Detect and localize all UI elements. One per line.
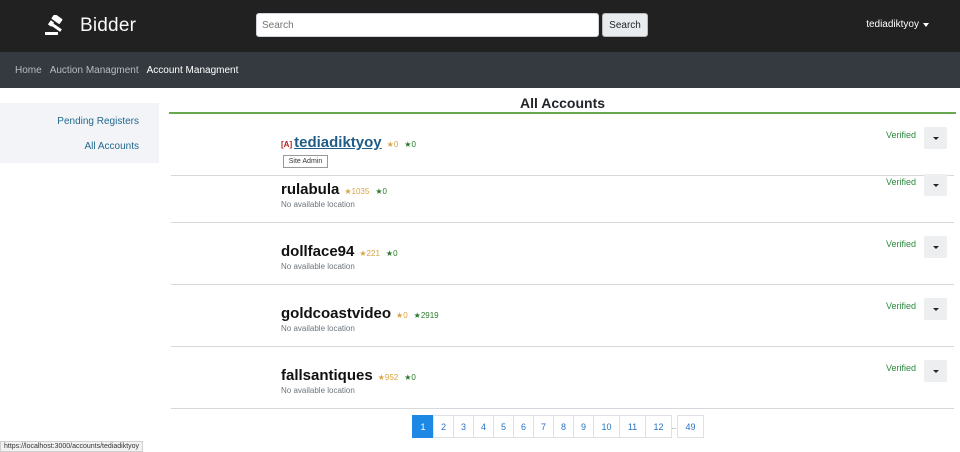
- gavel-icon: [44, 15, 68, 37]
- brand-name: Bidder: [80, 15, 137, 36]
- bidder-rating: ★2919: [413, 311, 439, 320]
- verified-status: Verified: [886, 363, 917, 373]
- account-location: No available location: [281, 200, 355, 209]
- account-header: goldcoastvideo ★0 ★2919: [281, 305, 439, 322]
- account-location: No available location: [281, 262, 355, 271]
- status-bar-url: https://localhost:3000/accounts/tediadik…: [0, 441, 144, 452]
- account-username-link[interactable]: goldcoastvideo: [281, 305, 391, 322]
- user-menu-username: tediadiktyoy: [866, 19, 919, 30]
- verified-status: Verified: [886, 130, 917, 140]
- nav-account-managment[interactable]: Account Managment: [147, 65, 239, 76]
- sub-navbar: Home Auction Managment Account Managment: [0, 52, 960, 88]
- pagination: 1 2 3 4 5 6 7 8 9 10 11 12 ... 49: [412, 415, 704, 438]
- account-actions-dropdown[interactable]: [924, 360, 947, 382]
- page-link-8[interactable]: 8: [553, 415, 574, 438]
- caret-down-icon: [933, 370, 939, 373]
- page-link-9[interactable]: 9: [573, 415, 594, 438]
- account-username-link[interactable]: tediadiktyoy: [294, 134, 382, 151]
- brand-link[interactable]: Bidder: [44, 14, 136, 38]
- page-link-7[interactable]: 7: [533, 415, 554, 438]
- sidebar: Pending Registers All Accounts: [0, 103, 159, 163]
- bidder-rating: ★0: [404, 140, 416, 149]
- top-navbar: Bidder Search tediadiktyoy: [0, 0, 960, 52]
- bidder-rating: ★0: [385, 249, 398, 258]
- seller-rating: ★0: [396, 311, 408, 320]
- account-location: No available location: [281, 324, 355, 333]
- seller-rating: ★952: [377, 373, 399, 382]
- page-link-2[interactable]: 2: [433, 415, 454, 438]
- bidder-rating: ★0: [404, 373, 416, 382]
- bidder-rating: ★0: [375, 187, 387, 196]
- account-actions-dropdown[interactable]: [924, 298, 947, 320]
- account-row: rulabula ★1035 ★0 No available location …: [171, 161, 954, 223]
- search-input[interactable]: [256, 13, 599, 37]
- account-username-link[interactable]: rulabula: [281, 181, 339, 198]
- page-link-last[interactable]: 49: [677, 415, 704, 438]
- seller-rating: ★1035: [344, 187, 370, 196]
- page-link-11[interactable]: 11: [619, 415, 646, 438]
- account-row: dollface94 ★221 ★0 No available location…: [171, 223, 954, 285]
- user-menu-toggle[interactable]: tediadiktyoy: [866, 19, 929, 30]
- seller-rating: ★0: [386, 140, 399, 149]
- page-title: All Accounts: [519, 95, 606, 111]
- page-link-3[interactable]: 3: [453, 415, 474, 438]
- admin-badge: [A]: [281, 140, 293, 149]
- nav-home[interactable]: Home: [15, 65, 42, 76]
- account-actions-dropdown[interactable]: [924, 127, 947, 149]
- account-header: fallsantiques ★952 ★0: [281, 367, 416, 384]
- verified-status: Verified: [886, 239, 917, 249]
- account-actions-dropdown[interactable]: [924, 174, 947, 196]
- account-header: rulabula ★1035 ★0: [281, 181, 387, 198]
- caret-down-icon: [933, 246, 939, 249]
- nav-auction-managment[interactable]: Auction Managment: [50, 65, 139, 76]
- account-username-link[interactable]: dollface94: [281, 243, 354, 260]
- caret-down-icon: [933, 184, 939, 187]
- page-link-1[interactable]: 1: [412, 415, 434, 438]
- account-location: No available location: [281, 386, 355, 395]
- account-username-link[interactable]: fallsantiques: [281, 367, 373, 384]
- account-row: fallsantiques ★952 ★0 No available locat…: [171, 347, 954, 409]
- seller-rating: ★221: [359, 249, 380, 258]
- account-header: [A] tediadiktyoy ★0 ★0: [281, 134, 416, 151]
- page-link-6[interactable]: 6: [513, 415, 534, 438]
- search-button[interactable]: Search: [602, 13, 648, 37]
- page-link-5[interactable]: 5: [493, 415, 514, 438]
- caret-down-icon: [923, 22, 929, 27]
- verified-status: Verified: [886, 301, 917, 311]
- sidebar-item-all-accounts[interactable]: All Accounts: [85, 141, 139, 152]
- verified-status: Verified: [886, 177, 917, 187]
- caret-down-icon: [933, 137, 939, 140]
- account-row: goldcoastvideo ★0 ★2919 No available loc…: [171, 285, 954, 347]
- sidebar-item-pending-registers[interactable]: Pending Registers: [57, 116, 139, 127]
- account-header: dollface94 ★221 ★0: [281, 243, 398, 260]
- page-link-10[interactable]: 10: [593, 415, 620, 438]
- caret-down-icon: [933, 308, 939, 311]
- page-link-4[interactable]: 4: [473, 415, 494, 438]
- page-link-12[interactable]: 12: [645, 415, 672, 438]
- account-actions-dropdown[interactable]: [924, 236, 947, 258]
